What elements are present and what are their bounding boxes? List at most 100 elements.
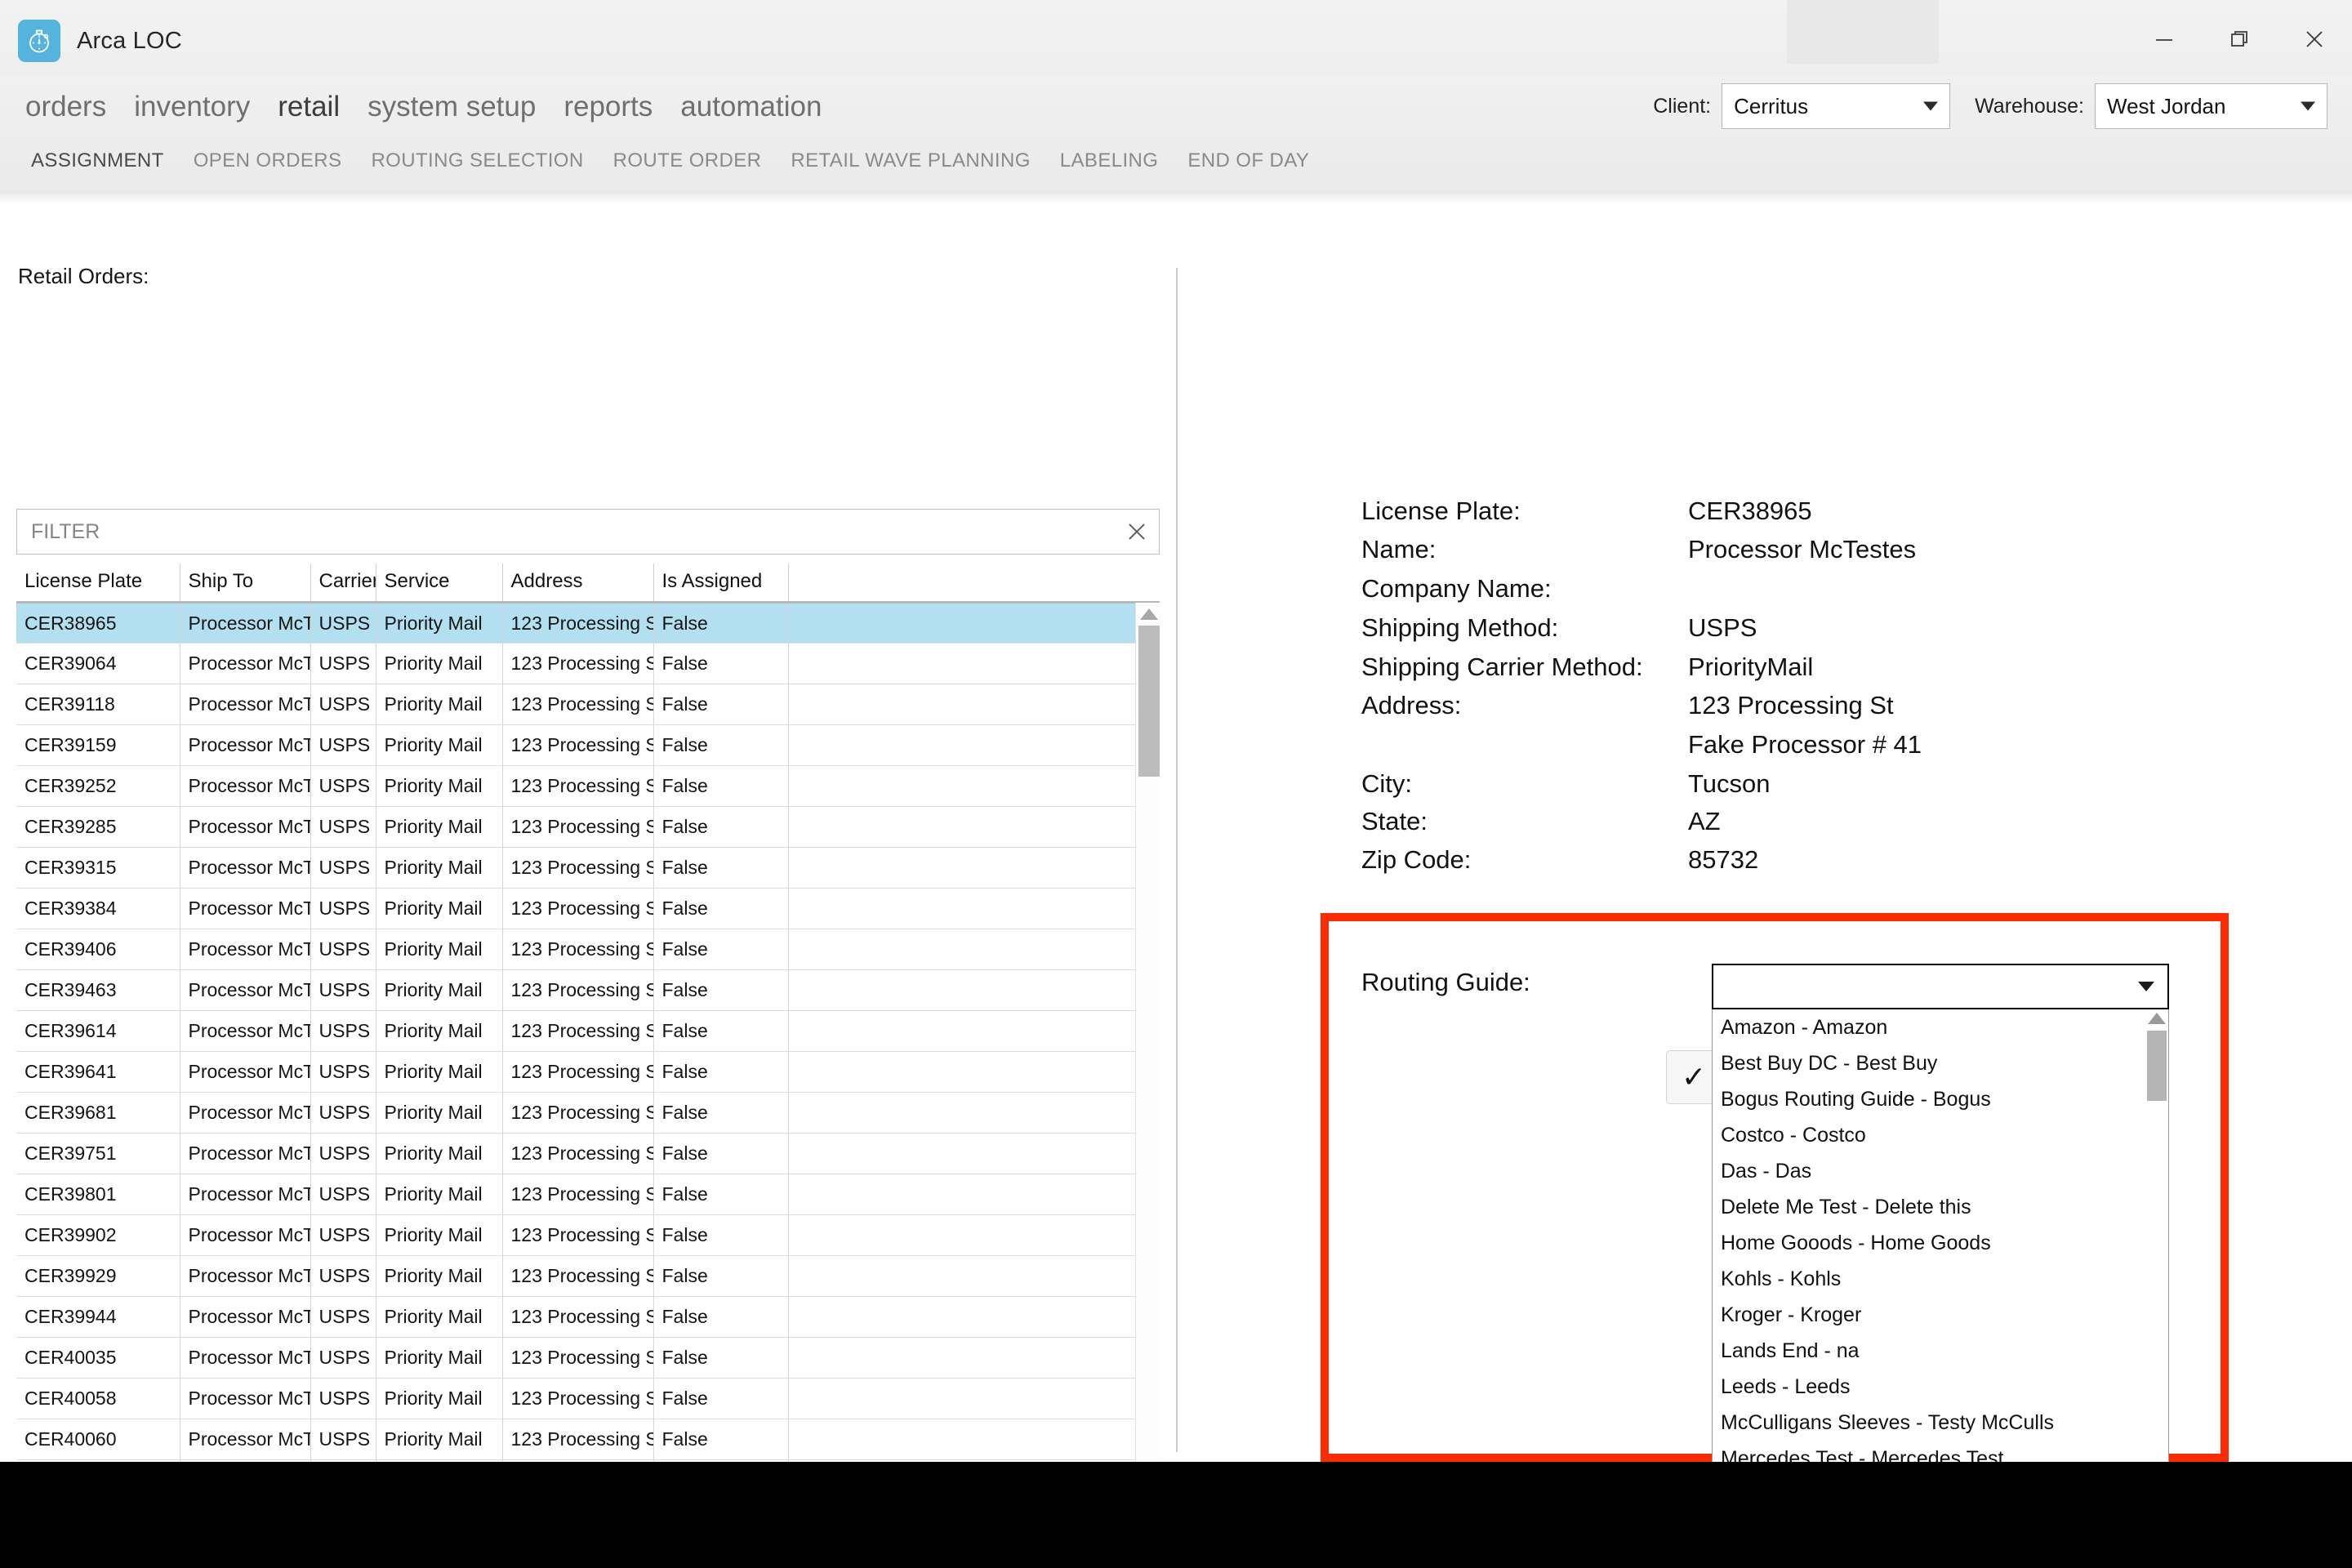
- cell-address: 123 Processing St: [502, 1419, 654, 1460]
- tab-labeling[interactable]: LABELING: [1045, 149, 1174, 172]
- filter-box: [16, 509, 1160, 555]
- table-row[interactable]: CER39064Processor McTestesUSPSPriority M…: [16, 643, 1160, 684]
- filter-input[interactable]: [16, 509, 1160, 555]
- main-menu-item-system-setup[interactable]: system setup: [354, 91, 550, 123]
- cell-ship-to: Processor McTestes: [180, 765, 311, 807]
- cell-carrier: USPS: [310, 1214, 376, 1256]
- column-header-license-plate[interactable]: License Plate: [16, 564, 180, 604]
- table-row[interactable]: CER39614Processor McTestesUSPSPriority M…: [16, 1010, 1160, 1052]
- tab-assignment[interactable]: ASSIGNMENT: [16, 149, 179, 172]
- tab-end-of-day[interactable]: END OF DAY: [1173, 149, 1324, 172]
- cell-ship-to: Processor McTestes: [180, 806, 311, 848]
- restore-icon[interactable]: [2202, 0, 2277, 78]
- routing-guide-dropdown-list[interactable]: Amazon - Amazon Best Buy DC - Best Buy Bog…: [1712, 1009, 2169, 1462]
- column-header-is-assigned[interactable]: Is Assigned: [653, 564, 789, 604]
- scrollbar-thumb[interactable]: [1138, 626, 1160, 777]
- cell-address: 123 Processing St: [502, 1051, 654, 1093]
- scroll-up-arrow-icon[interactable]: [2148, 1013, 2166, 1024]
- client-select[interactable]: Cerritus: [1722, 83, 1951, 129]
- tab-route-order[interactable]: ROUTE ORDER: [599, 149, 777, 172]
- warehouse-label: Warehouse:: [1975, 94, 2084, 118]
- main-menu-item-inventory[interactable]: inventory: [120, 91, 264, 123]
- main-menu-item-orders[interactable]: orders: [11, 91, 120, 123]
- grid-vertical-scrollbar[interactable]: [1135, 603, 1161, 1568]
- table-row[interactable]: CER39801Processor McTestesUSPSPriority M…: [16, 1174, 1160, 1215]
- detail-value: 85732: [1688, 845, 1759, 874]
- cell-license-plate: CER39944: [16, 1296, 180, 1338]
- dropdown-option[interactable]: Home Gooods - Home Goods: [1713, 1225, 2168, 1261]
- column-header-carrier[interactable]: Carrier: [310, 564, 376, 604]
- table-row[interactable]: CER39252Processor McTestesUSPSPriority M…: [16, 765, 1160, 807]
- table-row[interactable]: CER39118Processor McTestesUSPSPriority M…: [16, 684, 1160, 725]
- warehouse-select[interactable]: West Jordan: [2095, 83, 2328, 129]
- close-icon[interactable]: [2277, 0, 2352, 78]
- dropdown-option[interactable]: Das - Das: [1713, 1153, 2168, 1189]
- close-icon[interactable]: [1125, 520, 1148, 543]
- table-row[interactable]: CER39384Processor McTestesUSPSPriority M…: [16, 888, 1160, 929]
- cell-spacer: [788, 1051, 1160, 1093]
- dropdown-option[interactable]: Best Buy DC - Best Buy: [1713, 1045, 2168, 1081]
- context-selectors: Client: Cerritus Warehouse: West Jordan: [1653, 80, 2328, 132]
- cell-carrier: USPS: [310, 1010, 376, 1052]
- table-row[interactable]: CER39406Processor McTestesUSPSPriority M…: [16, 929, 1160, 970]
- tab-retail-wave-planning[interactable]: RETAIL WAVE PLANNING: [776, 149, 1045, 172]
- dropdown-option[interactable]: Lands End - na: [1713, 1333, 2168, 1369]
- cell-service: Priority Mail: [376, 602, 503, 644]
- dropdown-option[interactable]: Delete Me Test - Delete this: [1713, 1189, 2168, 1225]
- table-row[interactable]: CER39641Processor McTestesUSPSPriority M…: [16, 1051, 1160, 1093]
- retail-orders-grid[interactable]: License Plate Ship To Carrier Service Addres…: [16, 564, 1160, 1568]
- table-row[interactable]: CER40035Processor McTestesUSPSPriority M…: [16, 1337, 1160, 1379]
- cell-is-assigned: False: [653, 806, 789, 848]
- routing-guide-combobox[interactable]: [1712, 964, 2169, 1009]
- cell-carrier: USPS: [310, 806, 376, 848]
- scroll-up-arrow-icon[interactable]: [1139, 606, 1159, 622]
- main-menu-item-retail[interactable]: retail: [264, 91, 354, 123]
- cell-address: 123 Processing St: [502, 1174, 654, 1215]
- dropdown-option[interactable]: Mercedes Test - Mercedes Test: [1713, 1441, 2168, 1463]
- detail-row: Zip Code: 85732: [1361, 845, 2301, 878]
- table-row[interactable]: CER40060Processor McTestesUSPSPriority M…: [16, 1419, 1160, 1460]
- cell-license-plate: CER39315: [16, 847, 180, 889]
- column-header-spacer[interactable]: [788, 564, 1160, 604]
- detail-label: Company Name:: [1361, 574, 1552, 603]
- cell-is-assigned: False: [653, 1133, 789, 1174]
- dropdown-option[interactable]: Costco - Costco: [1713, 1117, 2168, 1153]
- table-row[interactable]: CER39315Processor McTestesUSPSPriority M…: [16, 847, 1160, 889]
- dropdown-option[interactable]: Bogus Routing Guide - Bogus: [1713, 1081, 2168, 1117]
- dropdown-option[interactable]: McCulligans Sleeves - Testy McCulls: [1713, 1405, 2168, 1441]
- main-menu-item-automation[interactable]: automation: [666, 91, 835, 123]
- dropdown-option[interactable]: Amazon - Amazon: [1713, 1009, 2168, 1045]
- table-row[interactable]: CER39463Processor McTestesUSPSPriority M…: [16, 969, 1160, 1011]
- title-bar: Arca LOC: [0, 0, 2352, 82]
- table-row[interactable]: CER39681Processor McTestesUSPSPriority M…: [16, 1092, 1160, 1134]
- dropdown-option[interactable]: Kohls - Kohls: [1713, 1261, 2168, 1297]
- table-row[interactable]: CER38965Processor McTestesUSPSPriority M…: [16, 602, 1160, 644]
- main-menu-item-reports[interactable]: reports: [550, 91, 666, 123]
- table-row[interactable]: CER40058Processor McTestesUSPSPriority M…: [16, 1378, 1160, 1419]
- cell-service: Priority Mail: [376, 929, 503, 970]
- table-row[interactable]: CER39159Processor McTestesUSPSPriority M…: [16, 724, 1160, 766]
- dropdown-scrollbar[interactable]: [2146, 1009, 2167, 1462]
- table-row[interactable]: CER39929Processor McTestesUSPSPriority M…: [16, 1255, 1160, 1297]
- dropdown-scrollbar-thumb[interactable]: [2147, 1031, 2167, 1101]
- cell-service: Priority Mail: [376, 1092, 503, 1134]
- cell-is-assigned: False: [653, 1214, 789, 1256]
- table-row[interactable]: CER39285Processor McTestesUSPSPriority M…: [16, 806, 1160, 848]
- app-title: Arca LOC: [77, 27, 182, 54]
- cell-service: Priority Mail: [376, 1296, 503, 1338]
- cell-ship-to: Processor McTestes: [180, 1419, 311, 1460]
- detail-label: Shipping Carrier Method:: [1361, 653, 1643, 681]
- dropdown-option[interactable]: Kroger - Kroger: [1713, 1297, 2168, 1333]
- table-row[interactable]: CER39944Processor McTestesUSPSPriority M…: [16, 1296, 1160, 1338]
- cell-address: 123 Processing St: [502, 888, 654, 929]
- tab-routing-selection[interactable]: ROUTING SELECTION: [356, 149, 598, 172]
- dropdown-option[interactable]: Leeds - Leeds: [1713, 1369, 2168, 1405]
- column-header-service[interactable]: Service: [376, 564, 503, 604]
- minimize-icon[interactable]: [2127, 0, 2202, 78]
- column-header-address[interactable]: Address: [502, 564, 654, 604]
- column-header-ship-to[interactable]: Ship To: [180, 564, 311, 604]
- table-row[interactable]: CER39751Processor McTestesUSPSPriority M…: [16, 1133, 1160, 1174]
- tab-open-orders[interactable]: OPEN ORDERS: [179, 149, 357, 172]
- detail-label: Shipping Method:: [1361, 613, 1559, 642]
- table-row[interactable]: CER39902Processor McTestesUSPSPriority M…: [16, 1214, 1160, 1256]
